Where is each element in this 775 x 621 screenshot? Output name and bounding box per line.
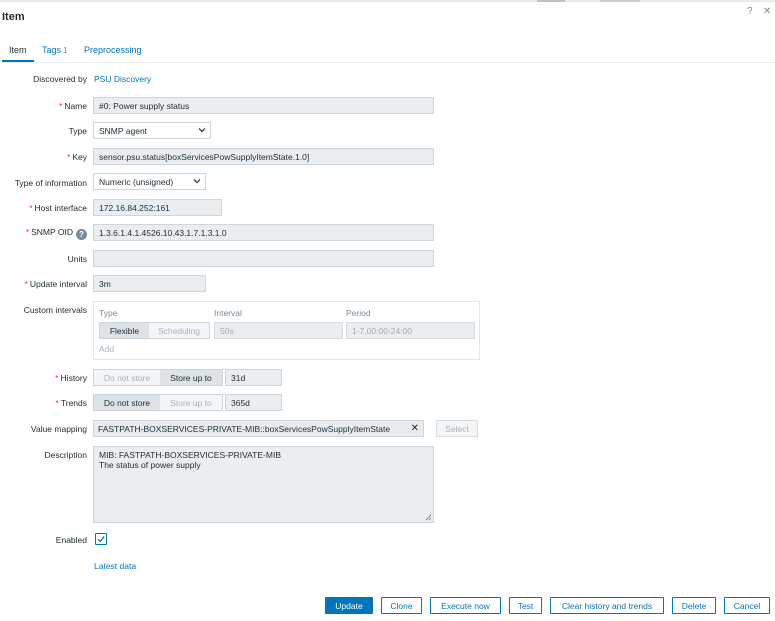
- top-strip-segment: [600, 0, 640, 2]
- cancel-button[interactable]: Cancel: [724, 597, 770, 614]
- value-mapping-tag: FASTPATH-BOXSERVICES-PRIVATE-MIB::boxSer…: [93, 420, 424, 437]
- test-button[interactable]: Test: [509, 597, 542, 614]
- resize-handle-icon[interactable]: [425, 514, 432, 521]
- chevron-down-icon: [198, 128, 206, 133]
- history-toggle: Do not store Store up to: [93, 369, 223, 386]
- checkmark-icon: [97, 536, 105, 543]
- period-field[interactable]: 1-7,00:00-24:00: [346, 322, 475, 339]
- tab-count-badge: 1: [63, 46, 68, 55]
- tab-item[interactable]: Item: [2, 42, 34, 62]
- clone-button[interactable]: Clone: [381, 597, 422, 614]
- close-icon[interactable]: ✕: [763, 6, 771, 17]
- description-label: Description: [44, 450, 87, 460]
- tab-divider: [2, 62, 775, 63]
- value-mapping-label: Value mapping: [30, 424, 87, 434]
- type-label: Type: [68, 126, 87, 136]
- trends-store-up-to-option[interactable]: Store up to: [160, 395, 222, 410]
- custom-intervals-table: Type Interval Period Flexible Scheduling…: [93, 301, 480, 360]
- snmp-oid-label: * SNMP OID?: [26, 227, 87, 240]
- type-of-information-select[interactable]: Numeric (unsigned): [93, 173, 206, 190]
- trends-field[interactable]: 365d: [225, 394, 282, 411]
- top-strip: [0, 0, 775, 2]
- enabled-label: Enabled: [55, 535, 87, 545]
- tab-preprocessing[interactable]: Preprocessing: [84, 42, 142, 62]
- history-field[interactable]: 31d: [225, 369, 282, 386]
- update-interval-label: * Update interval: [24, 279, 87, 289]
- execute-now-button[interactable]: Execute now: [430, 597, 501, 614]
- clear-history-and-trends-button[interactable]: Clear history and trends: [550, 597, 664, 614]
- description-line: The status of power supply: [99, 460, 201, 470]
- update-button[interactable]: Update: [325, 597, 373, 614]
- key-field[interactable]: sensor.psu.status[boxServicesPowSupplyIt…: [93, 148, 434, 165]
- history-do-not-store-option[interactable]: Do not store: [94, 370, 160, 385]
- custom-intervals-label: Custom intervals: [23, 305, 87, 315]
- type-select[interactable]: SNMP agent: [93, 122, 211, 139]
- host-interface-label: * Host interface: [29, 203, 87, 213]
- name-field[interactable]: #0: Power supply status: [93, 97, 434, 114]
- delete-button[interactable]: Delete: [672, 597, 716, 614]
- scheduling-option[interactable]: Scheduling: [149, 323, 209, 338]
- trends-do-not-store-option[interactable]: Do not store: [94, 395, 160, 410]
- history-label: * History: [55, 373, 87, 383]
- history-store-up-to-option[interactable]: Store up to: [160, 370, 222, 385]
- description-line: MIB: FASTPATH-BOXSERVICES-PRIVATE-MIB: [99, 450, 281, 460]
- host-interface-field[interactable]: 172.16.84.252:161: [93, 199, 222, 216]
- column-header-interval: Interval: [214, 308, 242, 318]
- units-label: Units: [67, 254, 87, 264]
- key-label: * Key: [67, 152, 87, 162]
- description-textarea[interactable]: MIB: FASTPATH-BOXSERVICES-PRIVATE-MIB Th…: [93, 446, 434, 523]
- update-interval-field[interactable]: 3m: [93, 275, 206, 292]
- units-field[interactable]: [93, 250, 434, 267]
- top-strip-segment: [537, 0, 565, 2]
- discovery-rule-link[interactable]: PSU Discovery: [94, 74, 151, 84]
- column-header-type: Type: [99, 308, 118, 318]
- add-interval-link[interactable]: Add: [99, 344, 114, 354]
- name-label: * Name: [59, 101, 87, 111]
- tab-label: Item: [9, 45, 27, 55]
- discovered-by-label: Discovered by: [33, 74, 87, 84]
- flexible-option[interactable]: Flexible: [100, 323, 149, 338]
- trends-toggle: Do not store Store up to: [93, 394, 223, 411]
- column-header-period: Period: [346, 308, 371, 318]
- enabled-checkbox[interactable]: [95, 533, 107, 545]
- select-button[interactable]: Select: [436, 420, 478, 437]
- interval-type-toggle: Flexible Scheduling: [99, 322, 210, 339]
- type-of-information-label: Type of information: [14, 178, 87, 188]
- chevron-down-icon: [193, 179, 201, 184]
- latest-data-link[interactable]: Latest data: [94, 561, 136, 571]
- dialog-title: Item: [2, 11, 25, 23]
- trends-label: * Trends: [55, 398, 87, 408]
- help-icon[interactable]: ?: [747, 6, 753, 17]
- tab-label: Preprocessing: [84, 45, 142, 55]
- tab-label: Tags: [42, 45, 62, 55]
- snmp-oid-field[interactable]: 1.3.6.1.4.1.4526.10.43.1.7.1.3.1.0: [93, 224, 434, 241]
- interval-field[interactable]: 50s: [214, 322, 343, 339]
- tab-tags[interactable]: Tags 1: [42, 42, 67, 62]
- remove-mapping-icon[interactable]: ✕: [411, 423, 419, 434]
- help-icon[interactable]: ?: [76, 229, 87, 240]
